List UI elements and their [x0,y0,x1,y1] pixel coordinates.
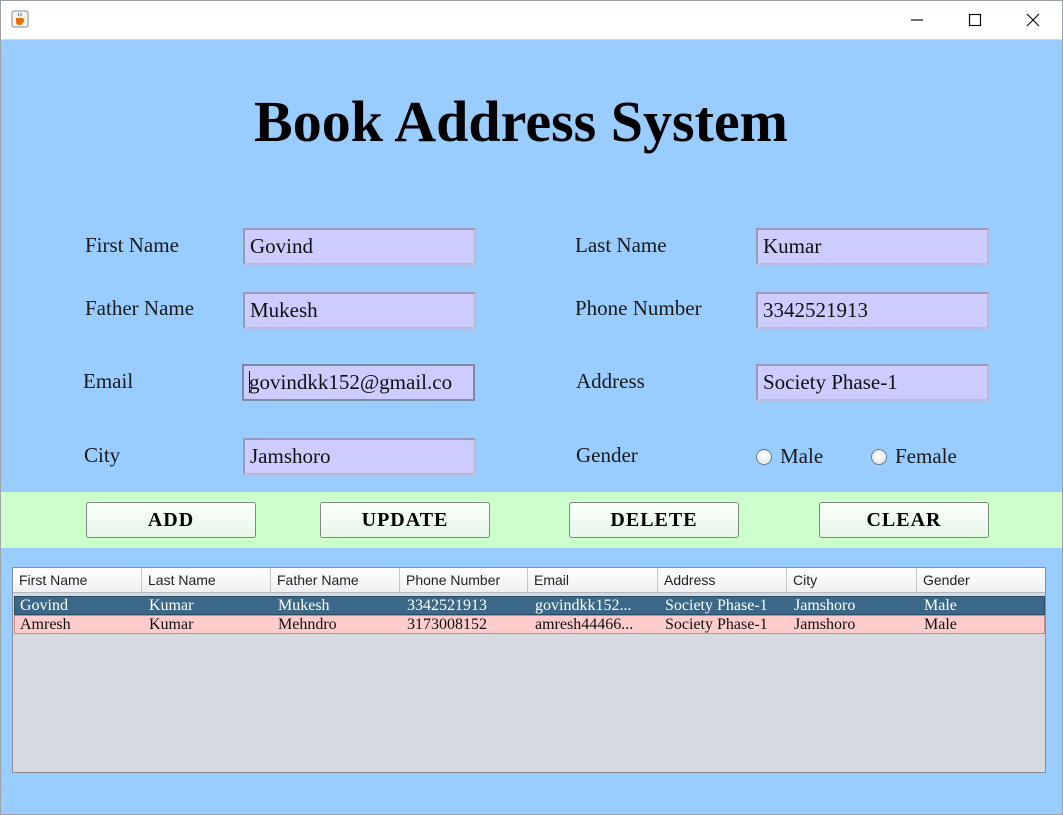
column-header[interactable]: Phone Number [400,568,528,592]
close-button[interactable] [1004,1,1062,39]
email-label: Email [83,369,134,393]
table-body: Govind Kumar Mukesh 3342521913 govindkk1… [14,596,1045,634]
column-header[interactable]: City [787,568,917,592]
table-cell: Society Phase-1 [665,616,768,633]
last-name-label: Last Name [575,233,667,257]
table-cell: 3173008152 [407,616,487,633]
table-cell: Mehndro [278,616,337,633]
first-name-label: First Name [85,233,179,257]
main-panel: Book Address System First Name Govind La… [1,40,1062,814]
maximize-button[interactable] [946,1,1004,39]
table-cell: Govind [20,597,68,614]
email-field[interactable]: govindkk152@gmail.co [242,364,475,401]
email-field-value: govindkk152@gmail.co [249,370,453,394]
table-cell: Male [924,616,957,633]
minimize-icon [911,19,923,21]
table-cell: Society Phase-1 [665,597,768,614]
gender-female-radio[interactable]: Female [871,444,957,469]
table-cell: Kumar [149,616,194,633]
column-header[interactable]: Email [528,568,658,592]
gender-female-label: Female [895,444,957,468]
records-table[interactable]: First Name Last Name Father Name Phone N… [12,567,1046,773]
table-cell: 3342521913 [407,597,487,614]
update-button[interactable]: UPDATE [320,502,490,538]
first-name-field[interactable]: Govind [243,228,476,265]
column-header[interactable]: Address [658,568,787,592]
father-name-field[interactable]: Mukesh [243,292,476,329]
column-header[interactable]: Last Name [142,568,271,592]
column-header[interactable]: Father Name [271,568,400,592]
address-field[interactable]: Society Phase-1 [756,364,989,401]
table-cell: amresh44466... [535,616,634,633]
button-bar: ADD UPDATE DELETE CLEAR [1,492,1062,548]
maximize-icon [968,13,982,27]
gender-male-label: Male [780,444,824,468]
phone-number-label: Phone Number [575,296,702,320]
java-cup-icon [11,10,29,28]
city-field[interactable]: Jamshoro [243,438,476,475]
table-row[interactable]: Amresh Kumar Mehndro 3173008152 amresh44… [14,615,1045,634]
title-bar [1,1,1062,40]
address-label: Address [576,369,645,393]
table-row[interactable]: Govind Kumar Mukesh 3342521913 govindkk1… [14,596,1045,615]
last-name-field[interactable]: Kumar [756,228,989,265]
page-title: Book Address System [254,89,788,154]
table-cell: Amresh [20,616,71,633]
minimize-button[interactable] [888,1,946,39]
table-cell: Jamshoro [794,597,856,614]
gender-label: Gender [576,443,638,467]
close-icon [1026,13,1040,27]
table-header: First Name Last Name Father Name Phone N… [13,568,1045,593]
table-cell: govindkk152... [535,597,632,614]
table-cell: Jamshoro [794,616,856,633]
add-button[interactable]: ADD [86,502,256,538]
radio-circle-icon [756,448,772,465]
app-window: Book Address System First Name Govind La… [0,0,1063,815]
radio-circle-icon [871,448,887,465]
gender-male-radio[interactable]: Male [756,444,823,469]
table-cell: Kumar [149,597,194,614]
clear-button[interactable]: CLEAR [819,502,989,538]
delete-button[interactable]: DELETE [569,502,739,538]
father-name-label: Father Name [85,296,195,320]
column-header[interactable]: First Name [13,568,142,592]
column-header[interactable]: Gender [917,568,1045,592]
city-label: City [84,443,121,467]
table-cell: Mukesh [278,597,330,614]
table-cell: Male [924,597,957,614]
phone-number-field[interactable]: 3342521913 [756,292,989,329]
